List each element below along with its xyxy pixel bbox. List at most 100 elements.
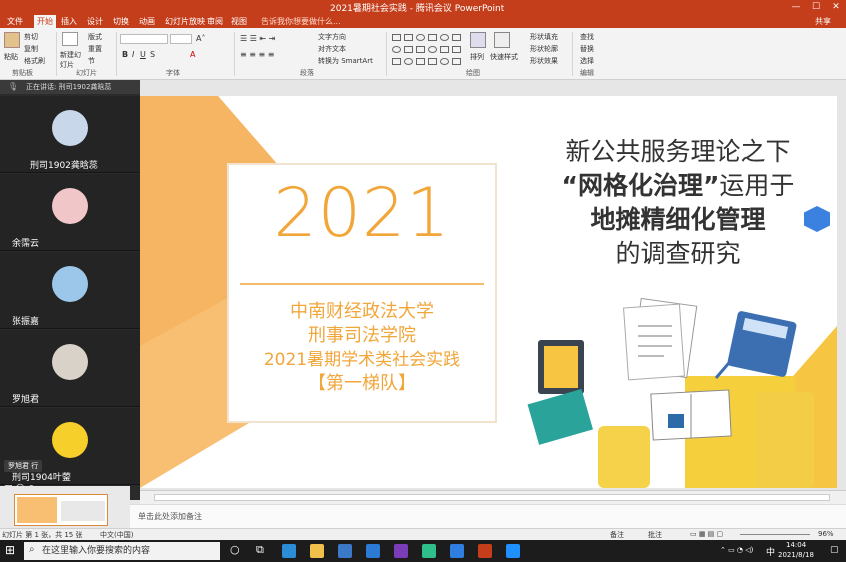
participant-name: 刑司1902龚晗蕊 (30, 161, 98, 171)
arrange-button[interactable]: 排列 (470, 52, 484, 62)
minimize-button[interactable]: — (786, 0, 806, 14)
slide-thumbnails (0, 486, 130, 528)
slide-canvas[interactable]: 2021 中南财经政法大学 刑事司法学院 2021暑期学术类社会实践 【第一梯队… (140, 96, 837, 488)
new-slide-button[interactable]: 新建幻灯片 (60, 50, 82, 70)
smartart-button[interactable]: 转换为 SmartArt (318, 56, 373, 66)
share-button[interactable]: 共享 (812, 15, 834, 28)
shape-outline-button[interactable]: 形状轮廓 (530, 44, 558, 54)
cut-button[interactable]: 剪切 (24, 32, 38, 42)
notes-placeholder[interactable]: 单击此处添加备注 (138, 511, 202, 522)
horizontal-scrollbar[interactable] (140, 490, 846, 504)
tab-6[interactable]: 幻灯片放映 (162, 15, 208, 28)
find-button[interactable]: 查找 (580, 32, 594, 42)
slide-thumbnail-1[interactable] (14, 494, 108, 526)
replace-button[interactable]: 替换 (580, 44, 594, 54)
bullets-icon[interactable]: ☰ ☰ ⇤ ⇥ (240, 34, 275, 43)
notes-pane[interactable]: 单击此处添加备注 (130, 504, 846, 528)
notification-icon[interactable]: ▢ (830, 545, 839, 555)
slides-group-label: 幻灯片 (76, 69, 97, 77)
paste-icon[interactable] (4, 32, 20, 48)
participant-tile[interactable]: 余霈云 (0, 174, 140, 251)
maximize-button[interactable]: ☐ (806, 0, 826, 14)
format-painter-button[interactable]: 格式刷 (24, 56, 45, 66)
avatar (52, 266, 88, 302)
editing-group-label: 编辑 (580, 69, 594, 77)
copy-button[interactable]: 复制 (24, 44, 38, 54)
layout-button[interactable]: 版式 (88, 32, 102, 42)
close-button[interactable]: ✕ (826, 0, 846, 14)
avatar (52, 188, 88, 224)
todo-icon[interactable] (366, 544, 380, 558)
tray-icons[interactable]: ⌃ ▭ ◔ ◁) (720, 546, 753, 554)
tab-5[interactable]: 动画 (136, 15, 158, 28)
edge-icon[interactable] (282, 544, 296, 558)
section-button[interactable]: 节 (88, 56, 95, 66)
multitask-icon[interactable]: ⧉ (256, 543, 264, 557)
ime-indicator[interactable]: 中 (766, 545, 775, 558)
comments-toggle[interactable]: 批注 (648, 530, 662, 540)
tell-me-box[interactable]: 告诉我你想要做什么... (258, 15, 344, 28)
select-button[interactable]: 选择 (580, 56, 594, 66)
arrange-icon[interactable] (470, 32, 486, 48)
italic-icon[interactable]: I (132, 50, 134, 59)
align-text-button[interactable]: 对齐文本 (318, 44, 346, 54)
zoom-level[interactable]: 96% (818, 530, 834, 538)
shape-effects-button[interactable]: 形状效果 (530, 56, 558, 66)
paste-button[interactable]: 粘贴 (4, 52, 18, 62)
clock-time[interactable]: 14:04 (786, 541, 806, 549)
font-color-icon[interactable]: A (190, 50, 195, 59)
speaking-indicator: 正在讲话: 刑司1902龚晗蕊 (0, 80, 140, 94)
cloud-icon[interactable] (506, 544, 520, 558)
font-name-select[interactable] (120, 34, 168, 44)
font-size-select[interactable] (170, 34, 192, 44)
quick-styles-icon[interactable] (494, 32, 510, 48)
onenote-icon[interactable] (394, 544, 408, 558)
font-group-label: 字体 (166, 69, 180, 77)
tab-4[interactable]: 切换 (110, 15, 132, 28)
app-icon[interactable] (422, 544, 436, 558)
slide-line-team: 【第一梯队】 (308, 373, 416, 394)
participant-tile[interactable]: 刑司1902龚晗蕊 (0, 96, 140, 173)
taskbar-search-box[interactable]: 在这里输入你要搜索的内容 (24, 542, 220, 560)
file-explorer-icon[interactable] (310, 544, 324, 558)
underline-icon[interactable]: U (140, 50, 146, 59)
microphone-icon: 🎙 (8, 82, 19, 91)
clock-date[interactable]: 2021/8/18 (778, 551, 814, 559)
grow-font-icon[interactable]: A˄ (196, 34, 205, 43)
participant-name: 罗旭君 (12, 395, 40, 405)
task-view-icon[interactable]: ○ (230, 543, 240, 556)
language-indicator: 中文(中国) (100, 531, 134, 539)
shape-fill-button[interactable]: 形状填充 (530, 32, 558, 42)
meeting-panel: 正在讲话: 刑司1902龚晗蕊 🎙 刑司1902龚晗蕊余霈云张振嘉罗旭君刑司19… (0, 80, 140, 500)
tencent-meeting-icon[interactable] (450, 544, 464, 558)
tab-2[interactable]: 插入 (58, 15, 80, 28)
participant-tile[interactable]: 张振嘉 (0, 252, 140, 329)
text-direction-button[interactable]: 文字方向 (318, 32, 346, 42)
reset-button[interactable]: 重置 (88, 44, 102, 54)
quick-styles-button[interactable]: 快速样式 (490, 52, 518, 62)
participant-tile[interactable]: 刑司1904叶蓥 (0, 408, 140, 485)
search-icon: ⌕ (29, 544, 35, 555)
participant-tile[interactable]: 罗旭君 (0, 330, 140, 407)
align-icon[interactable]: ≡ ≡ ≡ ≡ (240, 50, 274, 59)
bold-icon[interactable]: B (122, 50, 128, 59)
mail-icon[interactable] (338, 544, 352, 558)
tab-0[interactable]: 文件 (4, 15, 26, 28)
notes-toggle[interactable]: 备注 (610, 530, 624, 540)
tab-3[interactable]: 设计 (84, 15, 106, 28)
zoom-slider[interactable] (740, 534, 810, 535)
slide-title-line1: 新公共服务理论之下 (565, 137, 791, 166)
participant-name: 余霈云 (12, 239, 40, 249)
tab-1[interactable]: 开始 (34, 15, 56, 28)
powerpoint-icon[interactable] (478, 544, 492, 558)
strikethrough-icon[interactable]: S (150, 50, 155, 59)
slide-line-school: 刑事司法学院 (308, 325, 416, 346)
view-buttons[interactable]: ▭ ▦ ▤ ▢ (690, 530, 723, 538)
avatar (52, 110, 88, 146)
windows-start-icon[interactable]: ⊞ (5, 543, 15, 557)
window-title: 2021暑期社会实践 - 腾讯会议 PowerPoint (330, 4, 505, 14)
new-slide-icon[interactable] (62, 32, 78, 46)
tab-8[interactable]: 视图 (228, 15, 250, 28)
tab-7[interactable]: 审阅 (204, 15, 226, 28)
slide-title-line3: 地摊精细化管理 (590, 205, 766, 234)
